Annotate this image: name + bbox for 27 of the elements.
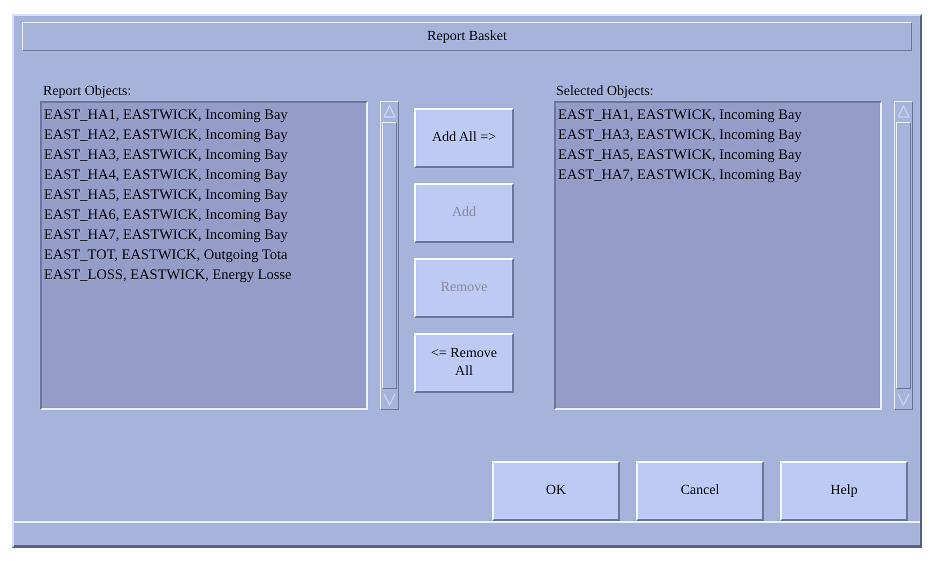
list-item[interactable]: EAST_HA1, EASTWICK, Incoming Bay: [44, 105, 364, 126]
list-item[interactable]: EAST_HA3, EASTWICK, Incoming Bay: [44, 145, 364, 166]
list-item[interactable]: EAST_HA6, EASTWICK, Incoming Bay: [44, 205, 364, 226]
scrollbar[interactable]: [380, 101, 399, 410]
list-item[interactable]: EAST_HA4, EASTWICK, Incoming Bay: [44, 165, 364, 186]
transfer-button[interactable]: Add All =>: [414, 108, 514, 168]
dialog-button[interactable]: Help: [780, 460, 908, 521]
list-item[interactable]: EAST_LOSS, EASTWICK, Energy Losse: [44, 265, 364, 286]
list-item[interactable]: EAST_HA5, EASTWICK, Incoming Bay: [44, 185, 364, 206]
transfer-button[interactable]: <= Remove All: [414, 333, 514, 394]
list-item[interactable]: EAST_HA2, EASTWICK, Incoming Bay: [44, 125, 364, 146]
selected-objects-list[interactable]: EAST_HA1, EASTWICK, Incoming Bay EAST_HA3, EASTWICK, Incoming Bay EAST_HA5, EASTWICK, Incoming Bay EAST_HA7, EASTWICK, Incoming Bay: [554, 101, 882, 410]
list-item[interactable]: EAST_HA3, EASTWICK, Incoming Bay: [558, 125, 878, 146]
list-item[interactable]: EAST_HA1, EASTWICK, Incoming Bay: [558, 105, 878, 126]
list-label: Report Objects:: [42, 83, 132, 102]
dialog-button[interactable]: OK: [492, 460, 620, 521]
list-item[interactable]: EAST_HA7, EASTWICK, Incoming Bay: [44, 225, 364, 246]
dialog-button[interactable]: Cancel: [636, 460, 764, 521]
report-objects-list[interactable]: [40, 101, 368, 410]
scrollbar-thumb[interactable]: [382, 122, 397, 390]
list-item[interactable]: EAST_TOT, EASTWICK, Outgoing Tota: [44, 245, 364, 266]
scrollbar-thumb[interactable]: [896, 122, 911, 390]
list-label: Selected Objects:: [555, 83, 655, 102]
list-item[interactable]: EAST_HA7, EASTWICK, Incoming Bay: [558, 165, 878, 186]
list-item[interactable]: EAST_HA5, EASTWICK, Incoming Bay: [558, 145, 878, 166]
window-title: Report Basket: [22, 22, 912, 52]
scrollbar[interactable]: [894, 101, 913, 410]
